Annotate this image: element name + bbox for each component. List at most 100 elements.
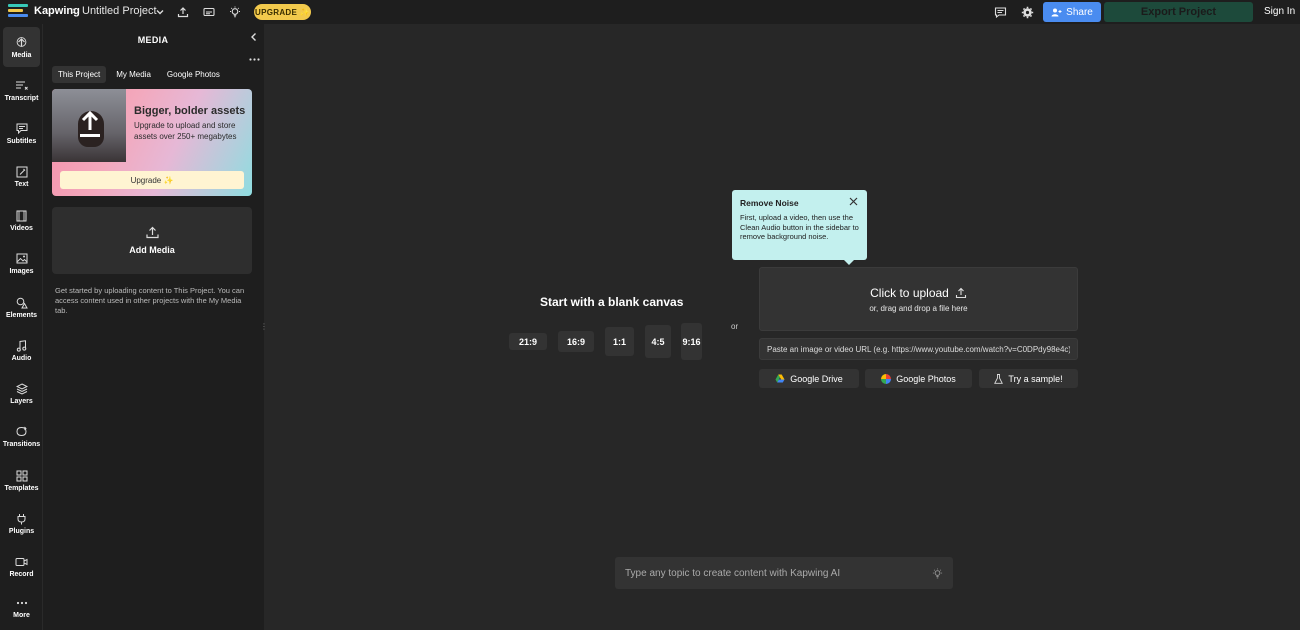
tab-this-project[interactable]: This Project	[52, 66, 107, 83]
chevron-down-icon[interactable]	[152, 4, 168, 20]
shapes-icon	[15, 296, 29, 310]
upgrade-button[interactable]: UPGRADE ✨	[254, 4, 311, 20]
upload-icon	[145, 226, 159, 242]
panel-resize-handle[interactable]: ⋮	[260, 322, 268, 332]
google-drive-icon	[775, 374, 785, 383]
or-label: or	[731, 322, 739, 331]
google-drive-label: Google Drive	[790, 373, 843, 384]
flask-icon	[994, 373, 1004, 384]
share-label: Share	[1066, 6, 1093, 18]
google-drive-button[interactable]: Google Drive	[759, 369, 859, 388]
sidebar-item-label: Transitions	[2, 440, 41, 448]
upload-title: Click to upload	[870, 285, 949, 300]
ellipsis-icon	[15, 596, 29, 610]
comment-icon[interactable]	[992, 4, 1008, 20]
try-sample-label: Try a sample!	[1008, 373, 1063, 384]
sidebar-item-more[interactable]: More	[3, 587, 40, 627]
camera-icon	[15, 555, 29, 569]
sidebar-item-label: Images	[9, 267, 34, 275]
sidebar-item-label: Templates	[4, 484, 39, 492]
sidebar-item-label: Audio	[11, 354, 32, 362]
sidebar-item-label: More	[13, 611, 30, 619]
sidebar-item-label: Layers	[10, 397, 33, 405]
sidebar-item-record[interactable]: Record	[3, 546, 40, 586]
export-project-button[interactable]: Export Project	[1104, 2, 1253, 22]
plug-icon	[15, 512, 29, 526]
lightbulb-icon[interactable]	[227, 4, 243, 20]
transition-icon	[15, 425, 29, 439]
blank-canvas-title: Start with a blank canvas	[540, 295, 684, 309]
ratio-1-1-button[interactable]: 1:1	[605, 327, 634, 356]
video-icon	[15, 209, 29, 223]
sidebar-item-transitions[interactable]: Transitions	[3, 416, 40, 456]
panel-help-text: Get started by uploading content to This…	[55, 286, 245, 315]
sidebar-item-plugins[interactable]: Plugins	[3, 503, 40, 543]
remove-noise-tooltip: Remove Noise First, upload a video, then…	[732, 190, 867, 265]
add-media-label: Add Media	[129, 245, 175, 255]
subtitles-icon	[15, 122, 29, 136]
google-photos-button[interactable]: Google Photos	[865, 369, 972, 388]
upload-icon	[955, 287, 966, 298]
breadcrumb-separator: ›	[72, 5, 76, 17]
top-bar: Kapwing › Untitled Project UPGRADE ✨ Sha…	[0, 0, 1300, 24]
media-tabs: This Project My Media Google Photos	[52, 66, 226, 83]
grid-icon	[15, 469, 29, 483]
sidebar-item-images[interactable]: Images	[3, 243, 40, 283]
add-user-icon	[1051, 8, 1062, 16]
sidebar-item-subtitles[interactable]: Subtitles	[3, 113, 40, 153]
media-panel: MEDIA This Project My Media Google Photo…	[42, 24, 264, 630]
upgrade-promo-card: Bigger, bolder assets Upgrade to upload …	[52, 89, 252, 196]
upload-icon	[15, 36, 29, 50]
ratio-21-9-button[interactable]: 21:9	[509, 333, 547, 350]
sidebar-item-layers[interactable]: Layers	[3, 373, 40, 413]
more-options-icon[interactable]	[247, 54, 261, 64]
sidebar-item-label: Transcript	[4, 94, 39, 102]
sidebar-item-label: Text	[14, 180, 29, 188]
promo-title: Bigger, bolder assets	[134, 105, 246, 117]
ratio-16-9-button[interactable]: 16:9	[558, 331, 594, 352]
upload-icon[interactable]	[175, 4, 191, 20]
ai-prompt-input[interactable]	[615, 557, 925, 589]
gear-icon[interactable]	[1019, 4, 1035, 20]
add-media-button[interactable]: Add Media	[52, 207, 252, 274]
upload-arrow-icon	[81, 110, 99, 130]
ratio-9-16-button[interactable]: 9:16	[681, 323, 702, 360]
sign-in-link[interactable]: Sign In	[1264, 6, 1295, 17]
sidebar-item-media[interactable]: Media	[3, 27, 40, 67]
tooltip-text: First, upload a video, then use the Clea…	[740, 213, 859, 241]
promo-upgrade-button[interactable]: Upgrade ✨	[60, 171, 244, 189]
captions-icon[interactable]	[201, 4, 217, 20]
ratio-4-5-button[interactable]: 4:5	[645, 325, 671, 358]
project-title[interactable]: Untitled Project	[82, 5, 157, 17]
layers-icon	[15, 382, 29, 396]
upload-subtitle: or, drag and drop a file here	[869, 303, 968, 313]
try-sample-button[interactable]: Try a sample!	[979, 369, 1078, 388]
tooltip-title: Remove Noise	[740, 198, 799, 208]
sidebar-item-audio[interactable]: Audio	[3, 330, 40, 370]
sidebar-item-text[interactable]: Text	[3, 156, 40, 196]
kapwing-logo-icon[interactable]	[8, 4, 28, 20]
lightbulb-icon[interactable]	[930, 566, 944, 580]
sidebar-item-label: Subtitles	[6, 137, 37, 145]
music-icon	[15, 339, 29, 353]
sidebar-item-elements[interactable]: Elements	[3, 287, 40, 327]
sidebar-item-label: Videos	[10, 224, 33, 232]
sidebar-item-transcript[interactable]: Transcript	[3, 70, 40, 110]
google-photos-label: Google Photos	[896, 373, 956, 384]
sidebar-item-label: Record	[9, 570, 34, 578]
sidebar-item-label: Media	[11, 51, 32, 59]
promo-text: Upgrade to upload and store assets over …	[134, 121, 237, 141]
sidebar-item-videos[interactable]: Videos	[3, 200, 40, 240]
upload-dropzone[interactable]: Click to upload or, drag and drop a file…	[759, 267, 1078, 331]
chevron-left-icon[interactable]	[247, 30, 261, 44]
tooltip-pointer	[844, 260, 854, 265]
sidebar-item-label: Plugins	[8, 527, 35, 535]
share-button[interactable]: Share	[1043, 2, 1101, 22]
sidebar-item-label: Elements	[5, 311, 38, 319]
close-icon[interactable]	[847, 195, 859, 207]
promo-image	[52, 89, 126, 162]
media-url-input[interactable]	[759, 338, 1078, 360]
tab-my-media[interactable]: My Media	[110, 66, 157, 83]
sidebar-item-templates[interactable]: Templates	[3, 460, 40, 500]
tab-google-photos[interactable]: Google Photos	[161, 66, 226, 83]
